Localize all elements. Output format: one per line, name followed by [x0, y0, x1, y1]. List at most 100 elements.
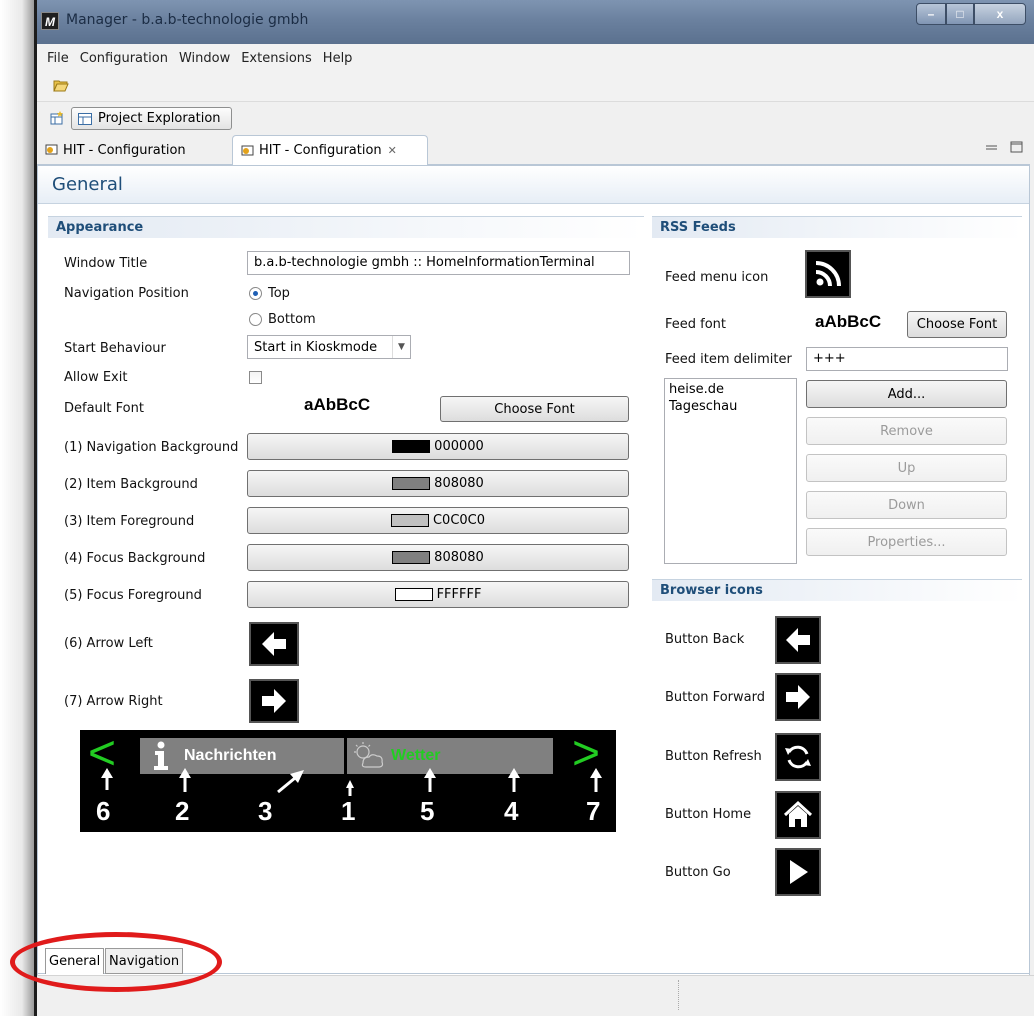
callout-number: 4	[504, 796, 519, 826]
focus-background-color-button[interactable]: 808080	[247, 544, 629, 571]
nav-top-radio[interactable]: Top	[249, 286, 290, 301]
allow-exit-checkbox[interactable]	[249, 371, 262, 384]
tab-label: HIT - Configuration	[259, 143, 382, 158]
color-value: 808080	[434, 476, 484, 491]
feed-menu-icon-button[interactable]	[805, 250, 851, 298]
open-folder-icon[interactable]	[53, 79, 69, 92]
button-refresh-icon-button[interactable]	[775, 733, 821, 781]
config-icon	[45, 144, 58, 155]
color-swatch	[392, 440, 431, 453]
button-go-label: Button Go	[665, 865, 731, 880]
feed-menu-icon-label: Feed menu icon	[665, 270, 769, 285]
color-swatch	[392, 477, 431, 490]
color-swatch	[390, 514, 429, 527]
tab-label: HIT - Configuration	[63, 142, 186, 158]
feed-delimiter-field[interactable]: +++	[806, 347, 1008, 371]
nav-bottom-label: Bottom	[268, 312, 316, 327]
default-font-sample: aAbBcC	[304, 395, 371, 414]
button-back-label: Button Back	[665, 632, 745, 647]
start-behaviour-label: Start Behaviour	[64, 341, 166, 356]
color-label-focus-fg: (5) Focus Foreground	[64, 588, 202, 603]
rss-icon	[815, 261, 841, 287]
callout-number: 5	[420, 796, 435, 826]
arrow-right-icon	[786, 685, 810, 709]
menu-extensions[interactable]: Extensions	[241, 51, 312, 66]
window-title-field[interactable]: b.a.b-technologie gmbh :: HomeInformatio…	[247, 251, 630, 275]
focus-foreground-color-button[interactable]: FFFFFF	[247, 581, 629, 608]
home-icon	[783, 800, 813, 827]
tab-hit-configuration-1[interactable]: HIT - Configuration	[37, 135, 232, 165]
background-shadow	[0, 0, 38, 1016]
nav-bottom-radio[interactable]: Bottom	[249, 312, 316, 327]
color-swatch	[394, 588, 433, 601]
app-icon: M	[41, 12, 59, 30]
default-font-label: Default Font	[64, 401, 144, 416]
nav-position-label: Navigation Position	[64, 286, 189, 301]
arrow-left-icon	[262, 632, 286, 656]
radio-selected-icon	[249, 287, 262, 300]
start-behaviour-select[interactable]: Start in Kioskmode ▼	[247, 335, 411, 359]
maximize-button[interactable]: □	[946, 3, 974, 25]
radio-unselected-icon	[249, 313, 262, 326]
window-title: Manager - b.a.b-technologie gmbh	[66, 12, 309, 28]
open-perspective-icon[interactable]	[50, 111, 64, 125]
feed-add-button[interactable]: Add...	[806, 380, 1007, 408]
feed-properties-button[interactable]: Properties...	[806, 528, 1007, 556]
rss-section-heading: RSS Feeds	[652, 216, 1022, 238]
nav-background-color-button[interactable]: 000000	[247, 433, 629, 460]
feed-down-button[interactable]: Down	[806, 491, 1007, 519]
button-home-icon-button[interactable]	[775, 791, 821, 839]
button-go-icon-button[interactable]	[775, 848, 821, 896]
menu-configuration[interactable]: Configuration	[80, 51, 168, 66]
refresh-icon	[785, 745, 811, 769]
color-label-focus-bg: (4) Focus Background	[64, 551, 206, 566]
color-label-nav-bg: (1) Navigation Background	[64, 440, 239, 455]
callout-number: 6	[96, 796, 111, 826]
item-background-color-button[interactable]: 808080	[247, 470, 629, 497]
callout-number: 1	[341, 796, 356, 826]
table-icon	[78, 112, 92, 125]
list-item[interactable]: Tageschau	[669, 398, 792, 415]
callout-number: 2	[175, 796, 190, 826]
toolbar	[37, 72, 1034, 102]
config-icon	[241, 145, 254, 155]
arrow-left-label: (6) Arrow Left	[64, 636, 153, 651]
appearance-section-heading: Appearance	[48, 216, 644, 238]
item-foreground-color-button[interactable]: C0C0C0	[247, 507, 629, 534]
status-divider	[678, 980, 680, 1010]
list-item[interactable]: heise.de	[669, 381, 792, 398]
project-exploration-button[interactable]: Project Exploration	[71, 107, 232, 130]
menu-help[interactable]: Help	[323, 51, 353, 66]
tab-close-icon[interactable]: ✕	[388, 144, 397, 157]
caption-buttons: – □ x	[916, 3, 1028, 25]
feed-choose-font-button[interactable]: Choose Font	[907, 311, 1007, 338]
button-forward-icon-button[interactable]	[775, 673, 821, 721]
feed-up-button[interactable]: Up	[806, 454, 1007, 482]
color-value: FFFFFF	[436, 587, 482, 602]
color-value: 000000	[434, 439, 484, 454]
feed-list[interactable]: heise.de Tageschau	[664, 378, 797, 564]
color-value: C0C0C0	[432, 513, 486, 528]
button-back-icon-button[interactable]	[775, 616, 821, 664]
color-value: 808080	[434, 550, 484, 565]
close-button[interactable]: x	[974, 3, 1026, 25]
menu-window[interactable]: Window	[179, 51, 230, 66]
color-label-item-fg: (3) Item Foreground	[64, 514, 195, 529]
form-title: General	[38, 166, 1029, 204]
button-forward-label: Button Forward	[665, 690, 765, 705]
highlight-ellipse	[10, 932, 222, 992]
browser-section-heading: Browser icons	[652, 579, 1022, 601]
minimize-button[interactable]: –	[916, 3, 946, 25]
start-behaviour-value: Start in Kioskmode	[254, 339, 378, 355]
default-choose-font-button[interactable]: Choose Font	[440, 396, 629, 422]
menu-file[interactable]: File	[47, 51, 69, 66]
tab-hit-configuration-2[interactable]: HIT - Configuration ✕	[232, 135, 428, 165]
arrow-left-icon-button[interactable]	[249, 622, 299, 666]
view-minimize-maximize-icons[interactable]	[985, 141, 1025, 153]
arrow-right-icon-button[interactable]	[249, 679, 299, 723]
nav-top-label: Top	[268, 286, 290, 301]
menu-bar: File Configuration Window Extensions Hel…	[37, 44, 1034, 72]
feed-remove-button[interactable]: Remove	[806, 417, 1007, 445]
color-label-item-bg: (2) Item Background	[64, 477, 198, 492]
play-icon	[790, 860, 808, 884]
